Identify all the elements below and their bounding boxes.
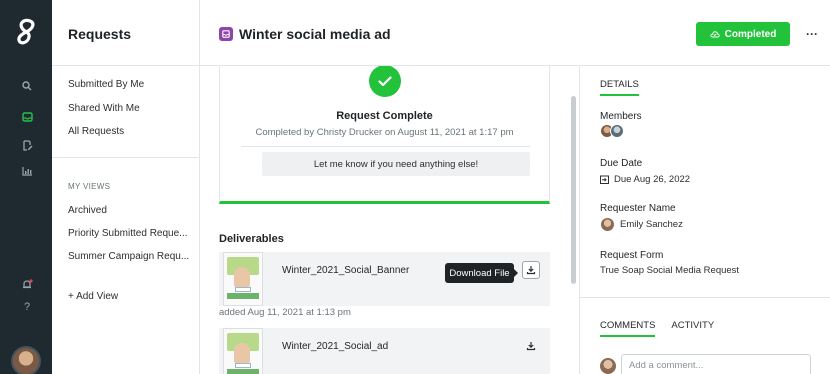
my-views-heading: MY VIEWS: [68, 182, 111, 191]
view-item-priority-submitted[interactable]: Priority Submitted Reque...: [68, 228, 188, 239]
cloud-check-icon: [710, 31, 720, 38]
requester-name: Emily Sanchez: [620, 219, 683, 230]
sidebar-item-all-requests[interactable]: All Requests: [68, 126, 124, 137]
completed-label: Completed: [724, 28, 777, 40]
file-edit-icon[interactable]: [20, 138, 34, 152]
request-main-pane: Request Complete Completed by Christy Dr…: [200, 66, 580, 374]
search-icon[interactable]: [20, 79, 34, 93]
completion-title: Request Complete: [336, 110, 433, 122]
due-date-value[interactable]: Due Aug 26, 2022: [600, 174, 690, 185]
more-options-button[interactable]: ···: [803, 22, 821, 46]
user-avatar[interactable]: [11, 346, 41, 374]
scrollbar[interactable]: [571, 96, 576, 284]
inbox-icon[interactable]: [20, 110, 34, 124]
page-title: Winter social media ad: [239, 26, 391, 42]
completion-divider: [241, 146, 530, 147]
deliverable-added-date: added Aug 11, 2021 at 1:13 pm: [219, 307, 351, 318]
comment-input[interactable]: Add a comment...: [621, 354, 811, 374]
download-icon: [526, 266, 536, 275]
members-label: Members: [600, 111, 642, 122]
sidebar-item-submitted-by-me[interactable]: Submitted By Me: [68, 79, 144, 90]
add-view-button[interactable]: + Add View: [68, 291, 118, 302]
requests-sidebar: Requests Submitted By Me Shared With Me …: [52, 0, 200, 374]
help-icon[interactable]: ?: [20, 300, 34, 314]
calendar-arrow-icon: [600, 175, 609, 184]
app-rail: ?: [0, 0, 52, 374]
request-form-label: Request Form: [600, 250, 664, 261]
download-tooltip: Download File: [445, 263, 518, 283]
requester-label: Requester Name: [600, 203, 676, 214]
request-type-icon: [219, 27, 233, 41]
download-button[interactable]: [522, 337, 540, 355]
completion-card: Request Complete Completed by Christy Dr…: [219, 66, 550, 204]
completion-message: Let me know if you need anything else!: [262, 152, 530, 176]
details-divider: [580, 297, 830, 298]
tab-comments[interactable]: COMMENTS: [600, 320, 656, 337]
view-item-archived[interactable]: Archived: [68, 205, 107, 216]
requester-value: Emily Sanchez: [600, 217, 683, 232]
due-date-text: Due Aug 26, 2022: [614, 174, 691, 185]
chart-icon[interactable]: [20, 164, 34, 178]
download-button[interactable]: [522, 261, 540, 279]
commenter-avatar: [600, 358, 616, 374]
tab-details[interactable]: DETAILS: [600, 79, 639, 96]
check-circle-icon: [369, 66, 401, 97]
bell-icon[interactable]: [20, 277, 34, 291]
deliverable-thumbnail[interactable]: [223, 328, 263, 374]
sidebar-item-shared-with-me[interactable]: Shared With Me: [68, 103, 140, 114]
completed-status-button[interactable]: Completed: [696, 22, 790, 46]
app-logo[interactable]: [13, 18, 39, 48]
due-date-label: Due Date: [600, 158, 643, 169]
download-icon: [526, 342, 536, 351]
request-header: Winter social media ad Completed ···: [200, 0, 830, 66]
request-form-value[interactable]: True Soap Social Media Request: [600, 265, 739, 276]
sidebar-title: Requests: [52, 0, 199, 66]
view-item-summer-campaign[interactable]: Summer Campaign Requ...: [68, 251, 189, 262]
deliverables-heading: Deliverables: [219, 233, 284, 245]
details-panel: DETAILS Members Due Date Due Aug 26, 202…: [580, 66, 830, 374]
deliverable-thumbnail[interactable]: [223, 252, 263, 306]
sidebar-divider: [52, 157, 200, 158]
tab-activity[interactable]: ACTIVITY: [671, 320, 714, 337]
deliverable-item[interactable]: Winter_2021_Social_ad: [219, 328, 550, 374]
completion-subtitle: Completed by Christy Drucker on August 1…: [255, 127, 514, 138]
member-avatar[interactable]: [610, 124, 624, 138]
requester-avatar: [600, 217, 615, 232]
comments-tabs: COMMENTS ACTIVITY: [600, 320, 714, 337]
deliverable-name[interactable]: Winter_2021_Social_ad: [282, 341, 388, 352]
members-avatars[interactable]: [600, 124, 624, 138]
deliverable-name[interactable]: Winter_2021_Social_Banner: [282, 265, 409, 276]
